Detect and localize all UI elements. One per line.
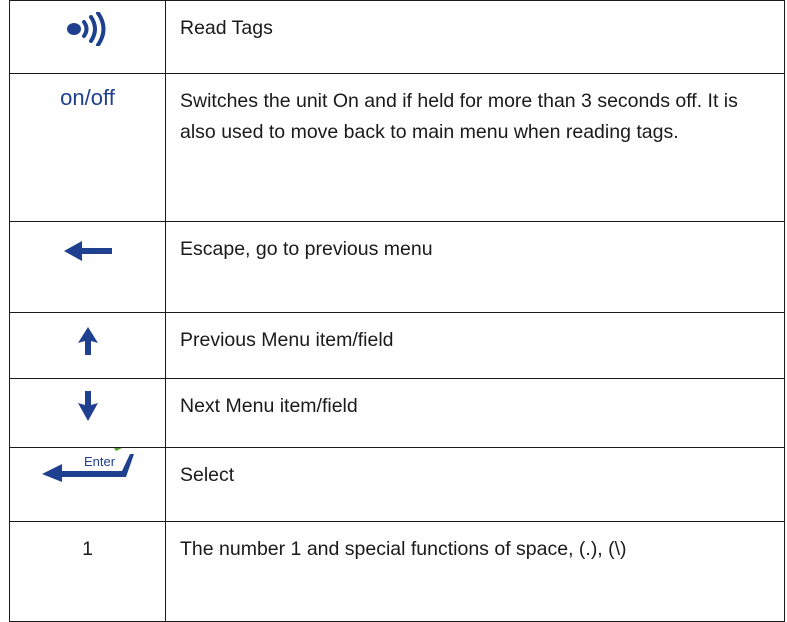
key-cell bbox=[9, 378, 166, 448]
table-row: 1 The number 1 and special functions of … bbox=[9, 521, 785, 622]
up-arrow-icon bbox=[77, 327, 98, 360]
key-function-table: Read Tags on/off Switches the unit On an… bbox=[9, 0, 785, 622]
key-cell: on/off bbox=[9, 73, 166, 222]
key-cell bbox=[9, 221, 166, 313]
table-row: on/off Switches the unit On and if held … bbox=[9, 73, 785, 222]
key-cell: Enter bbox=[9, 447, 166, 522]
description-cell: Previous Menu item/field bbox=[165, 312, 785, 379]
description-cell: Read Tags bbox=[165, 0, 785, 74]
enter-key-label: Enter bbox=[84, 454, 116, 469]
description-cell: Select bbox=[165, 447, 785, 522]
table-row: Previous Menu item/field bbox=[9, 312, 785, 379]
description-cell: Escape, go to previous menu bbox=[165, 221, 785, 313]
key-description: Select bbox=[180, 464, 235, 486]
description-cell: The number 1 and special functions of sp… bbox=[165, 521, 785, 622]
left-arrow-icon bbox=[63, 240, 112, 267]
key-cell bbox=[9, 0, 166, 74]
key-description: The number 1 and special functions of sp… bbox=[180, 538, 627, 560]
table-row: Escape, go to previous menu bbox=[9, 221, 785, 313]
table-row: Enter Select bbox=[9, 447, 785, 522]
on-off-key-label: on/off bbox=[60, 85, 115, 110]
key-description: Next Menu item/field bbox=[180, 395, 358, 417]
key-description: Escape, go to previous menu bbox=[180, 238, 433, 260]
wireless-read-icon bbox=[66, 11, 110, 51]
key-cell bbox=[9, 312, 166, 379]
number-one-key-label: 1 bbox=[82, 538, 93, 560]
key-description: Switches the unit On and if held for mor… bbox=[180, 90, 738, 143]
description-cell: Next Menu item/field bbox=[165, 378, 785, 448]
description-cell: Switches the unit On and if held for mor… bbox=[165, 73, 785, 222]
key-description: Read Tags bbox=[180, 17, 273, 39]
down-arrow-icon bbox=[77, 391, 98, 426]
key-description: Previous Menu item/field bbox=[180, 329, 394, 351]
enter-key-icon: Enter bbox=[41, 448, 134, 487]
table-row: Read Tags bbox=[9, 0, 785, 74]
table-row: Next Menu item/field bbox=[9, 378, 785, 448]
key-cell: 1 bbox=[9, 521, 166, 622]
